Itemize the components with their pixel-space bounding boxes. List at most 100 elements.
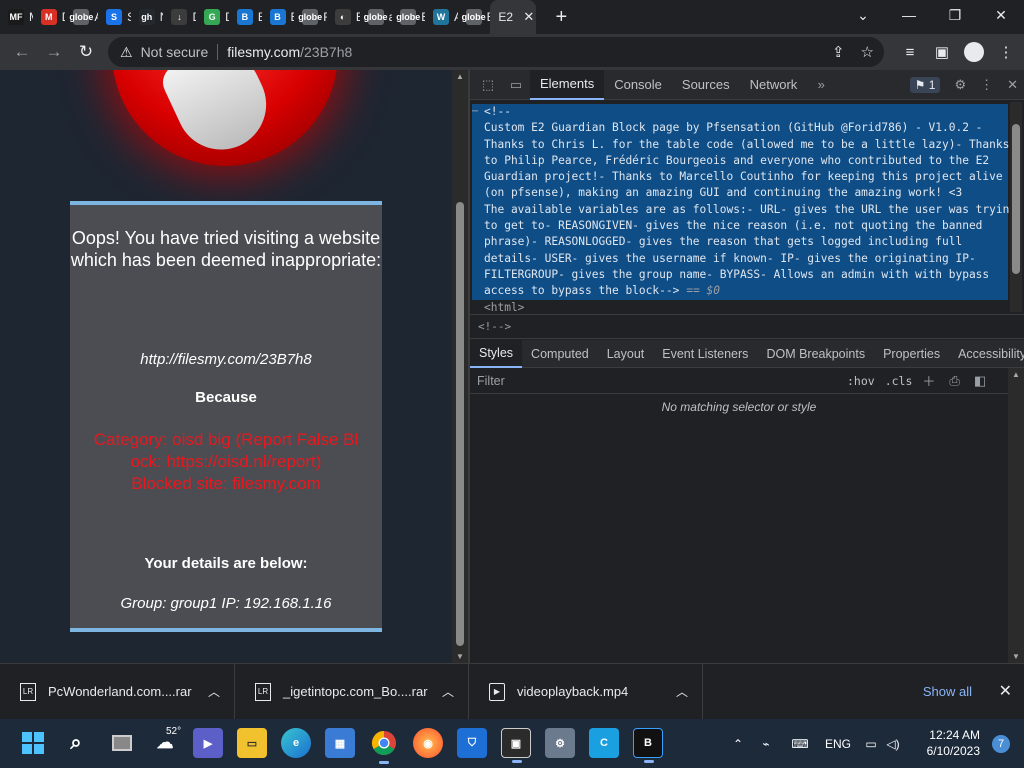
node-ellipsis-icon[interactable]: ⋯ <box>472 104 478 120</box>
dom-scrollbar-thumb[interactable] <box>1012 124 1020 274</box>
file-explorer-icon[interactable]: ▭ <box>237 728 267 758</box>
media-controls-icon[interactable]: ≡ <box>900 44 920 61</box>
share-icon[interactable]: ⇪ <box>832 43 845 61</box>
html-tag-node[interactable]: <html> <box>484 300 524 314</box>
forward-button[interactable]: → <box>38 36 70 68</box>
browser-tab[interactable]: BB <box>229 0 262 34</box>
warning-icon[interactable]: ⚠ <box>120 44 133 61</box>
security-status[interactable]: Not secure <box>141 44 209 60</box>
comment-node[interactable]: <!-- Custom E2 Guardian Block page by Pfs… <box>484 104 1016 300</box>
scroll-down-arrow[interactable]: ▼ <box>452 652 468 661</box>
device-toolbar-icon[interactable]: ▭ <box>502 77 530 93</box>
teams-chat-icon[interactable]: ▶ <box>193 728 223 758</box>
settings-gear-icon[interactable]: ⚙ <box>545 728 575 758</box>
show-all-downloads-link[interactable]: Show all <box>923 684 972 699</box>
browser-tab[interactable]: ghN <box>131 0 163 34</box>
cls-toggle[interactable]: .cls <box>885 374 913 388</box>
chevron-up-icon[interactable]: ⌃ <box>727 737 749 751</box>
start-button[interactable] <box>18 728 48 758</box>
firefox-icon[interactable]: ◉ <box>413 728 443 758</box>
scrollbar-thumb[interactable] <box>456 202 464 646</box>
browser-tab[interactable]: globe a <box>360 0 392 34</box>
tab-network[interactable]: Network <box>740 70 808 100</box>
styles-filter-input[interactable]: Filter <box>477 374 847 388</box>
page-scrollbar[interactable]: ▲ ▼ <box>452 70 468 663</box>
browser-tab[interactable]: BB <box>262 0 294 34</box>
browser-tab[interactable]: globeA <box>65 0 98 34</box>
download-item[interactable]: LR PcWonderland.com....rar ︿ <box>0 663 235 720</box>
menu-icon[interactable]: ⋮ <box>996 43 1016 61</box>
scroll-down-arrow[interactable]: ▼ <box>1008 652 1024 661</box>
browser-tab[interactable]: ◐B <box>327 0 360 34</box>
microsoft-store-icon[interactable]: ▦ <box>325 728 355 758</box>
shield-app-icon[interactable]: ⛉ <box>457 728 487 758</box>
tab-elements[interactable]: Elements <box>530 69 605 100</box>
address-bar[interactable]: ⚠ Not secure filesmy.com /23B7h8 ⇪ ☆ <box>108 37 884 67</box>
tab-accessibility[interactable]: Accessibility <box>949 340 1024 368</box>
bookmark-star-icon[interactable]: ☆ <box>861 43 874 61</box>
chrome-browser-icon[interactable] <box>369 728 399 764</box>
b-app-icon[interactable]: B <box>633 728 663 763</box>
tab-properties[interactable]: Properties <box>874 340 949 368</box>
settings-gear-icon[interactable]: ⚙ <box>954 77 966 93</box>
minimize-button[interactable]: — <box>886 0 932 30</box>
clock[interactable]: 12:24 AM 6/10/2023 <box>927 727 980 759</box>
issues-badge[interactable]: ⚑ 1 <box>909 77 941 93</box>
close-tab-icon[interactable]: ✕ <box>523 9 534 25</box>
new-tab-button[interactable]: + <box>550 6 572 29</box>
devtools-menu-icon[interactable]: ⋮ <box>980 77 993 93</box>
maximize-button[interactable]: ❐ <box>932 0 978 30</box>
notification-badge[interactable]: 7 <box>992 735 1010 753</box>
volume-icon[interactable]: ◁) <box>883 737 903 751</box>
display-icon[interactable]: ▭ <box>859 737 883 751</box>
tab-layout[interactable]: Layout <box>598 340 654 368</box>
edge-browser-icon[interactable]: e <box>281 728 311 758</box>
c-app-icon[interactable]: C <box>589 728 619 758</box>
browser-tab[interactable]: MFM <box>0 0 33 34</box>
browser-tab[interactable]: globe F <box>294 0 327 34</box>
media-app-icon[interactable]: ▣ <box>501 728 531 763</box>
network-off-icon[interactable]: ⌁ <box>749 737 783 751</box>
profile-avatar[interactable]: ● <box>964 42 984 62</box>
inspect-element-icon[interactable]: ⬚ <box>474 77 502 93</box>
web-page-viewport[interactable]: Oops! You have tried visiting a website … <box>0 70 452 663</box>
scroll-up-arrow[interactable]: ▲ <box>452 72 468 81</box>
breadcrumb[interactable]: <!--> <box>470 314 1024 339</box>
browser-tab[interactable]: globeE <box>458 0 490 34</box>
chevron-up-icon[interactable]: ︿ <box>208 683 220 700</box>
tab-event-listeners[interactable]: Event Listeners <box>653 340 757 368</box>
hov-toggle[interactable]: :hov <box>847 374 875 388</box>
new-rule-icon[interactable]: ＋ <box>922 371 935 390</box>
tab-dom-breakpoints[interactable]: DOM Breakpoints <box>757 340 874 368</box>
browser-tab[interactable]: WA <box>425 0 458 34</box>
element-state-icon[interactable]: ⎙ <box>949 373 959 389</box>
tab-computed[interactable]: Computed <box>522 340 598 368</box>
language-indicator[interactable]: ENG <box>817 737 859 751</box>
browser-tab[interactable]: globeE <box>392 0 425 34</box>
download-item[interactable]: LR _igetintopc.com_Bo....rar ︿ <box>235 663 469 720</box>
tab-search-button[interactable]: ⌄ <box>840 0 886 30</box>
task-view-icon[interactable] <box>107 728 137 758</box>
more-tabs-icon[interactable]: » <box>807 77 835 92</box>
side-panel-icon[interactable]: ▣ <box>932 43 952 61</box>
tab-sources[interactable]: Sources <box>672 70 740 100</box>
tab-console[interactable]: Console <box>604 70 672 100</box>
chevron-up-icon[interactable]: ︿ <box>442 683 454 700</box>
reload-button[interactable]: ↻ <box>70 36 102 68</box>
dom-tree[interactable]: ⋯ <!-- Custom E2 Guardian Block page by P… <box>470 100 1024 314</box>
dom-scrollbar[interactable] <box>1010 102 1022 312</box>
download-item[interactable]: ▶ videoplayback.mp4 ︿ <box>469 663 703 720</box>
back-button[interactable]: ← <box>6 36 38 68</box>
tab-styles[interactable]: Styles <box>470 339 523 368</box>
toggle-sidebar-icon[interactable]: ◧ <box>974 373 986 389</box>
browser-tab[interactable]: MD <box>33 0 65 34</box>
browser-tab[interactable]: GD <box>196 0 229 34</box>
scroll-up-arrow[interactable]: ▲ <box>1008 370 1024 379</box>
active-browser-tab[interactable]: E2 ✕ <box>490 0 537 34</box>
close-window-button[interactable]: ✕ <box>978 0 1024 30</box>
search-icon[interactable]: ⌕ <box>61 728 91 758</box>
close-devtools-icon[interactable]: ✕ <box>1007 77 1018 93</box>
styles-scrollbar[interactable]: ▲ ▼ <box>1008 368 1024 663</box>
close-shelf-icon[interactable]: ✕ <box>999 681 1012 701</box>
browser-tab[interactable]: ↓D <box>163 0 196 34</box>
